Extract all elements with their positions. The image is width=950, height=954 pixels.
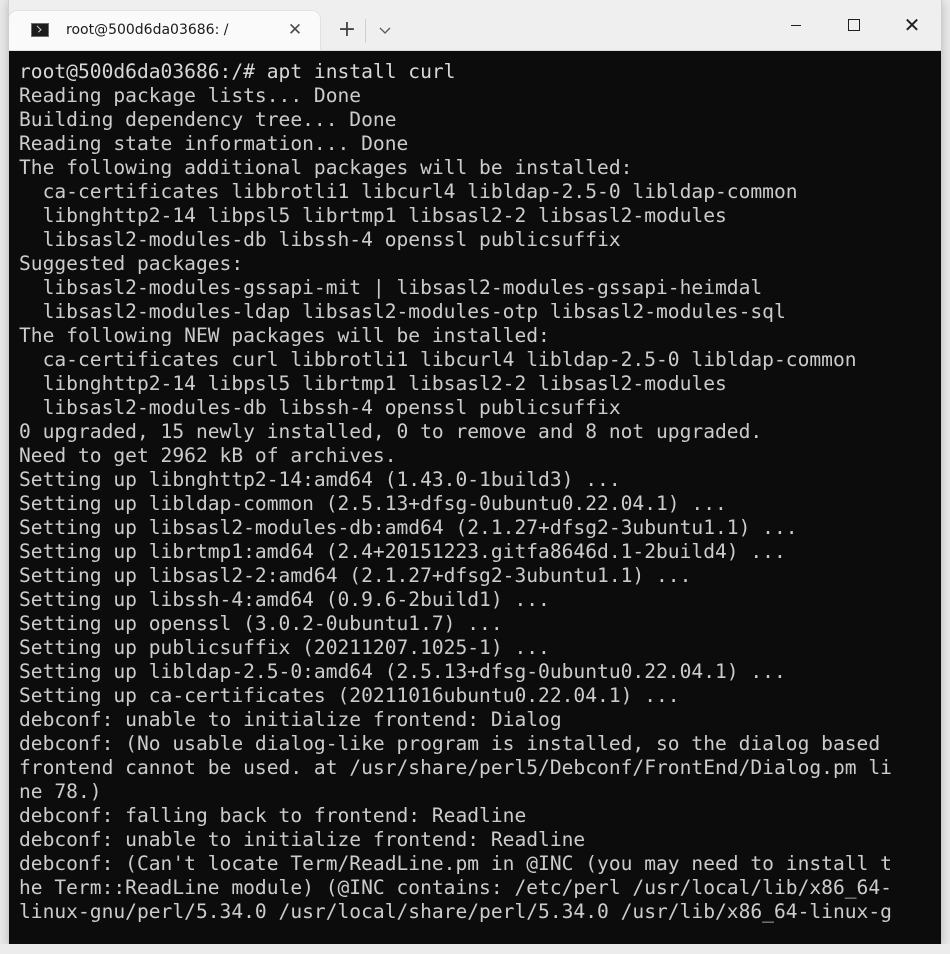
- terminal-line: Reading package lists... Done: [19, 84, 362, 107]
- terminal-line: libnghttp2-14 libpsl5 librtmp1 libsasl2-…: [19, 204, 727, 227]
- terminal-window: root@500d6da03686: / ✕ + ✕ root@500d6da0…: [9, 0, 941, 944]
- maximize-button[interactable]: [825, 0, 883, 50]
- terminal-line: Need to get 2962 kB of archives.: [19, 444, 397, 467]
- terminal-line: root@500d6da03686:/# apt install curl: [19, 60, 456, 83]
- maximize-icon: [848, 19, 860, 31]
- terminal-line: 0 upgraded, 15 newly installed, 0 to rem…: [19, 420, 763, 443]
- terminal-line: libnghttp2-14 libpsl5 librtmp1 libsasl2-…: [19, 372, 727, 395]
- new-tab-button[interactable]: +: [337, 19, 357, 41]
- terminal-line: Building dependency tree... Done: [19, 108, 397, 131]
- tab-title: root@500d6da03686: /: [66, 22, 229, 38]
- terminal-line: Setting up libsasl2-modules-db:amd64 (2.…: [19, 516, 798, 539]
- title-bar[interactable]: root@500d6da03686: / ✕ + ✕: [9, 0, 941, 51]
- terminal-line: debconf: (Can't locate Term/ReadLine.pm …: [19, 852, 892, 875]
- chevron-down-icon: [379, 27, 391, 34]
- terminal-line: The following NEW packages will be insta…: [19, 324, 550, 347]
- terminal-tab[interactable]: root@500d6da03686: / ✕: [9, 11, 320, 50]
- terminal-line: Setting up libssh-4:amd64 (0.9.6-2build1…: [19, 588, 550, 611]
- terminal-line: The following additional packages will b…: [19, 156, 633, 179]
- tab-close-icon[interactable]: ✕: [285, 20, 305, 40]
- close-icon: ✕: [903, 13, 921, 37]
- terminal-line: Setting up librtmp1:amd64 (2.4+20151223.…: [19, 540, 786, 563]
- terminal-line: Setting up openssl (3.0.2-0ubuntu1.7) ..…: [19, 612, 503, 635]
- terminal-line: ca-certificates curl libbrotli1 libcurl4…: [19, 348, 857, 371]
- terminal-line: Reading state information... Done: [19, 132, 409, 155]
- desktop-background: [0, 944, 950, 954]
- terminal-line: debconf: unable to initialize frontend: …: [19, 828, 586, 851]
- terminal-line: ca-certificates libbrotli1 libcurl4 libl…: [19, 180, 798, 203]
- terminal-line: libsasl2-modules-db libssh-4 openssl pub…: [19, 396, 621, 419]
- terminal-line: libsasl2-modules-ldap libsasl2-modules-o…: [19, 300, 786, 323]
- minimize-icon: [791, 24, 801, 26]
- terminal-line: debconf: (No usable dialog-like program …: [19, 732, 881, 755]
- terminal-line: frontend cannot be used. at /usr/share/p…: [19, 756, 892, 779]
- window-controls: ✕: [767, 0, 941, 50]
- close-window-button[interactable]: ✕: [883, 0, 941, 50]
- minimize-button[interactable]: [767, 0, 825, 50]
- terminal-line: linux-gnu/perl/5.34.0 /usr/local/share/p…: [19, 900, 892, 923]
- tab-dropdown-button[interactable]: [375, 20, 395, 40]
- tab-separator: [365, 19, 366, 43]
- terminal-line: Setting up libldap-2.5-0:amd64 (2.5.13+d…: [19, 660, 786, 683]
- terminal-icon: [31, 23, 49, 37]
- terminal-line: he Term::ReadLine module) (@INC contains…: [19, 876, 892, 899]
- terminal-line: libsasl2-modules-gssapi-mit | libsasl2-m…: [19, 276, 763, 299]
- terminal-line: Setting up ca-certificates (20211016ubun…: [19, 684, 680, 707]
- terminal-line: libsasl2-modules-db libssh-4 openssl pub…: [19, 228, 621, 251]
- terminal-line: Setting up libldap-common (2.5.13+dfsg-0…: [19, 492, 727, 515]
- terminal-line: debconf: unable to initialize frontend: …: [19, 708, 562, 731]
- terminal-output[interactable]: root@500d6da03686:/# apt install curl Re…: [9, 51, 941, 944]
- terminal-line: Setting up libnghttp2-14:amd64 (1.43.0-1…: [19, 468, 621, 491]
- terminal-line: debconf: falling back to frontend: Readl…: [19, 804, 527, 827]
- terminal-line: Setting up libsasl2-2:amd64 (2.1.27+dfsg…: [19, 564, 692, 587]
- terminal-line: ne 78.): [19, 780, 102, 803]
- terminal-line: Suggested packages:: [19, 252, 244, 275]
- terminal-line: Setting up publicsuffix (20211207.1025-1…: [19, 636, 550, 659]
